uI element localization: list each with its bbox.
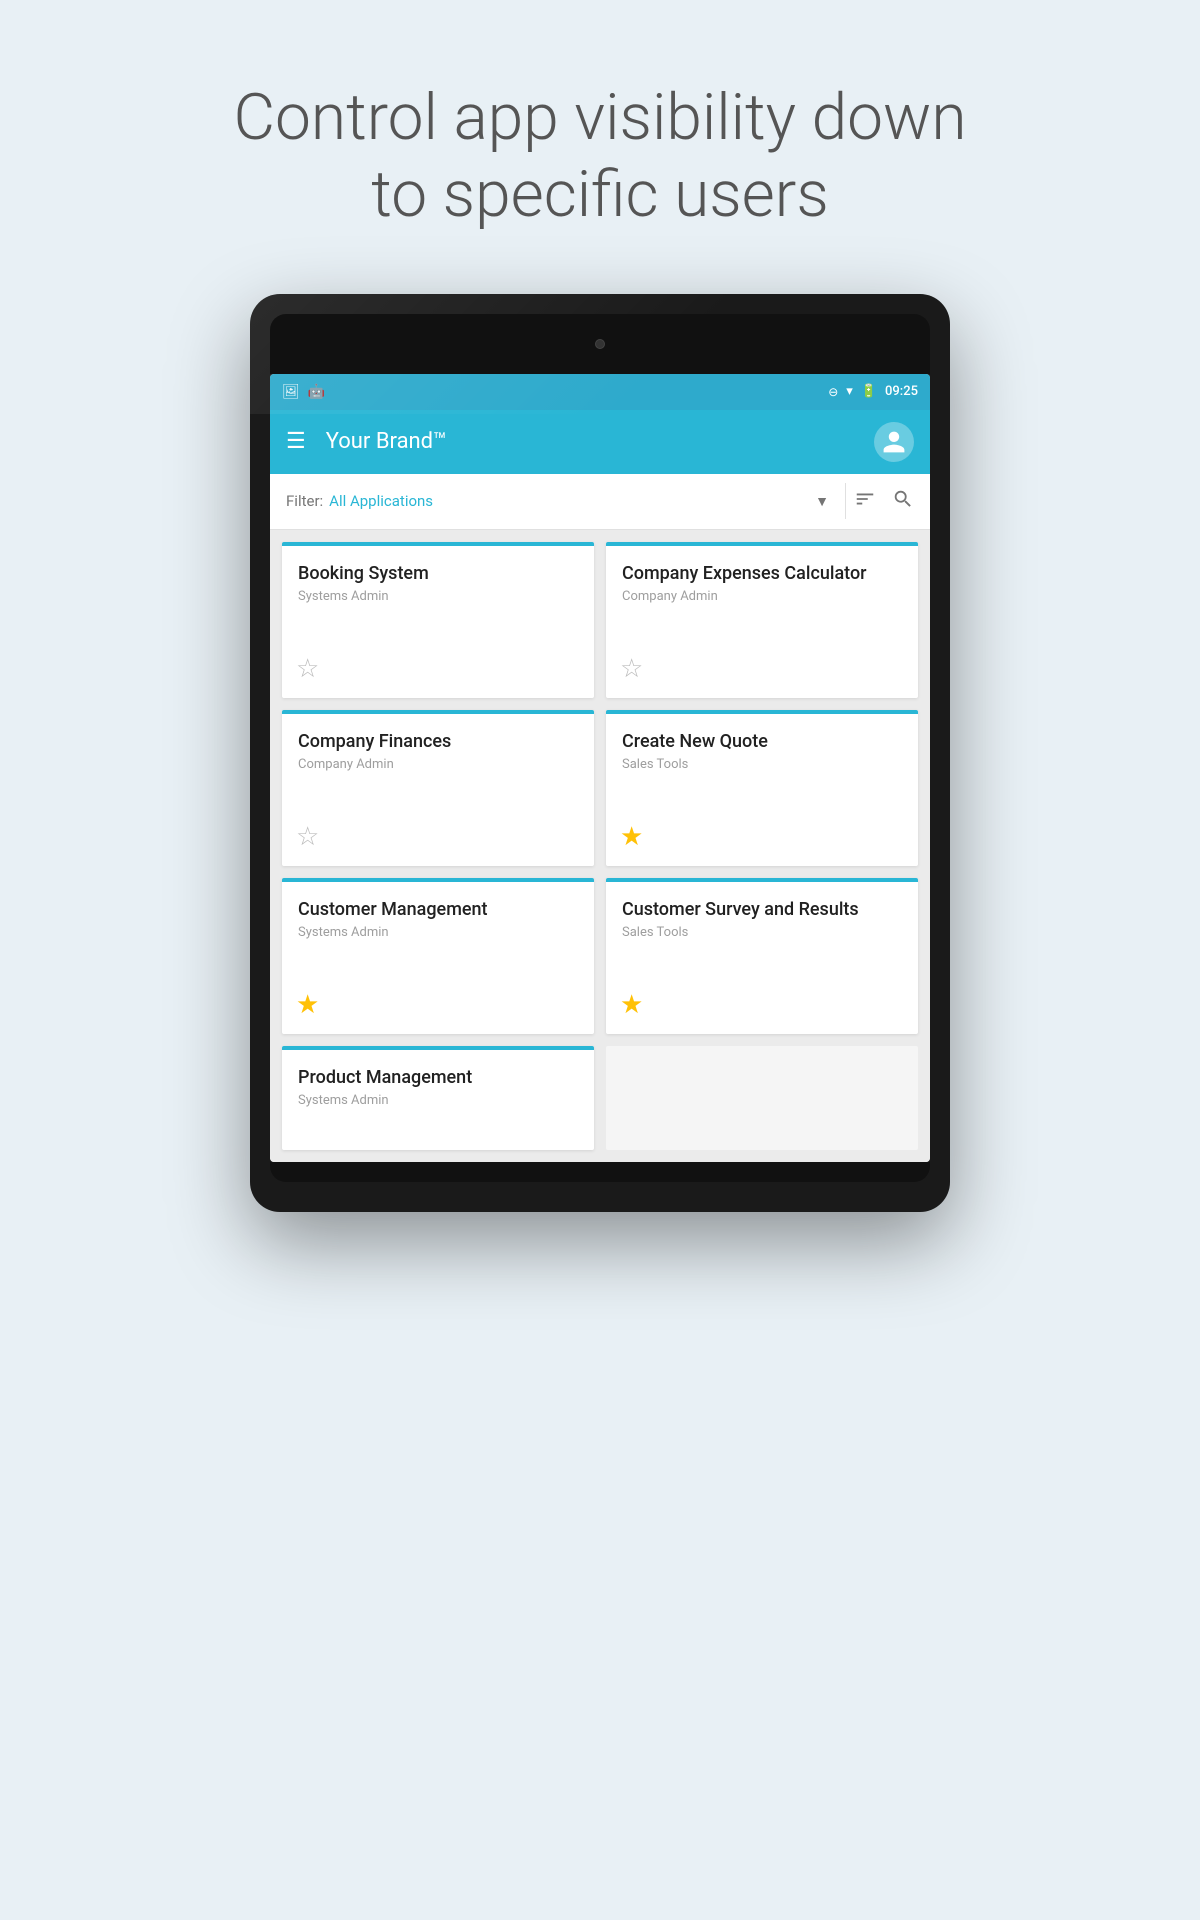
- filter-divider: [845, 483, 846, 519]
- card-footer: ★: [606, 814, 918, 866]
- app-card-customer-management[interactable]: Customer Management Systems Admin ★: [282, 878, 594, 1034]
- star-icon[interactable]: ★: [296, 990, 319, 1020]
- filter-label: Filter:: [286, 492, 323, 510]
- filter-actions: [854, 488, 914, 515]
- card-title: Booking System: [298, 562, 578, 585]
- card-subtitle: Sales Tools: [622, 757, 902, 772]
- search-icon[interactable]: [892, 488, 914, 515]
- app-card-company-expenses[interactable]: Company Expenses Calculator Company Admi…: [606, 542, 918, 698]
- status-bar-right: ⊖ ▾ 🔋 09:25: [828, 384, 918, 399]
- card-title: Company Finances: [298, 730, 578, 753]
- filter-bar: Filter: All Applications ▼: [270, 474, 930, 530]
- tablet-device: 🖼 🤖 ⊖ ▾ 🔋 09:25 ☰ Your Brand™: [250, 294, 950, 1212]
- image-status-icon: 🖼: [282, 384, 300, 400]
- app-bar-left: ☰ Your Brand™: [286, 429, 447, 454]
- card-title: Customer Management: [298, 898, 578, 921]
- filter-value[interactable]: All Applications: [329, 492, 815, 510]
- card-subtitle: Systems Admin: [298, 925, 578, 940]
- app-bar-title: Your Brand™: [326, 429, 447, 454]
- wifi-icon: ▾: [846, 384, 853, 399]
- star-icon[interactable]: ☆: [296, 654, 319, 684]
- android-status-icon: 🤖: [308, 384, 325, 400]
- card-subtitle: Systems Admin: [298, 1093, 578, 1108]
- card-title: Create New Quote: [622, 730, 902, 753]
- status-bar-left: 🖼 🤖: [282, 384, 325, 400]
- app-bar: ☰ Your Brand™: [270, 410, 930, 474]
- app-card-company-finances[interactable]: Company Finances Company Admin ☆: [282, 710, 594, 866]
- card-subtitle: Sales Tools: [622, 925, 902, 940]
- card-title: Company Expenses Calculator: [622, 562, 902, 585]
- app-card-booking-system[interactable]: Booking System Systems Admin ☆: [282, 542, 594, 698]
- apps-grid: Booking System Systems Admin ☆ Company E…: [270, 530, 930, 1162]
- card-subtitle: Company Admin: [298, 757, 578, 772]
- clock: 09:25: [885, 384, 918, 399]
- tablet-mockup: 🖼 🤖 ⊖ ▾ 🔋 09:25 ☰ Your Brand™: [0, 294, 1200, 1212]
- page-title: Control app visibility down to specific …: [100, 80, 1100, 234]
- card-subtitle: Company Admin: [622, 589, 902, 604]
- app-card-product-management[interactable]: Product Management Systems Admin: [282, 1046, 594, 1150]
- user-avatar-button[interactable]: [874, 422, 914, 462]
- card-content: Create New Quote Sales Tools: [606, 714, 918, 814]
- app-card-create-quote[interactable]: Create New Quote Sales Tools ★: [606, 710, 918, 866]
- card-content: Customer Survey and Results Sales Tools: [606, 882, 918, 982]
- card-footer: ☆: [282, 814, 594, 866]
- tablet-screen: 🖼 🤖 ⊖ ▾ 🔋 09:25 ☰ Your Brand™: [270, 374, 930, 1162]
- star-icon[interactable]: ☆: [620, 654, 643, 684]
- page-header: Control app visibility down to specific …: [0, 0, 1200, 294]
- card-subtitle: Systems Admin: [298, 589, 578, 604]
- card-title: Product Management: [298, 1066, 578, 1089]
- app-card-customer-survey[interactable]: Customer Survey and Results Sales Tools …: [606, 878, 918, 1034]
- camera-icon: [595, 339, 605, 349]
- card-footer: ☆: [282, 646, 594, 698]
- tablet-bezel-bottom: [270, 1162, 930, 1182]
- card-title: Customer Survey and Results: [622, 898, 902, 921]
- filter-dropdown-icon[interactable]: ▼: [815, 493, 829, 510]
- status-bar: 🖼 🤖 ⊖ ▾ 🔋 09:25: [270, 374, 930, 410]
- card-content: Booking System Systems Admin: [282, 546, 594, 646]
- card-content: Customer Management Systems Admin: [282, 882, 594, 982]
- card-footer: ★: [606, 982, 918, 1034]
- card-content: Product Management Systems Admin: [282, 1050, 594, 1150]
- battery-icon: 🔋: [861, 384, 877, 399]
- card-footer: ★: [282, 982, 594, 1034]
- card-content: Company Expenses Calculator Company Admi…: [606, 546, 918, 646]
- tablet-bezel-top: [270, 314, 930, 374]
- card-content: Company Finances Company Admin: [282, 714, 594, 814]
- app-card-empty: [606, 1046, 918, 1150]
- star-icon[interactable]: ★: [620, 990, 643, 1020]
- star-icon[interactable]: ★: [620, 822, 643, 852]
- card-footer: ☆: [606, 646, 918, 698]
- minus-icon: ⊖: [828, 385, 838, 399]
- sort-icon[interactable]: [854, 488, 876, 515]
- star-icon[interactable]: ☆: [296, 822, 319, 852]
- hamburger-menu-icon[interactable]: ☰: [286, 429, 306, 454]
